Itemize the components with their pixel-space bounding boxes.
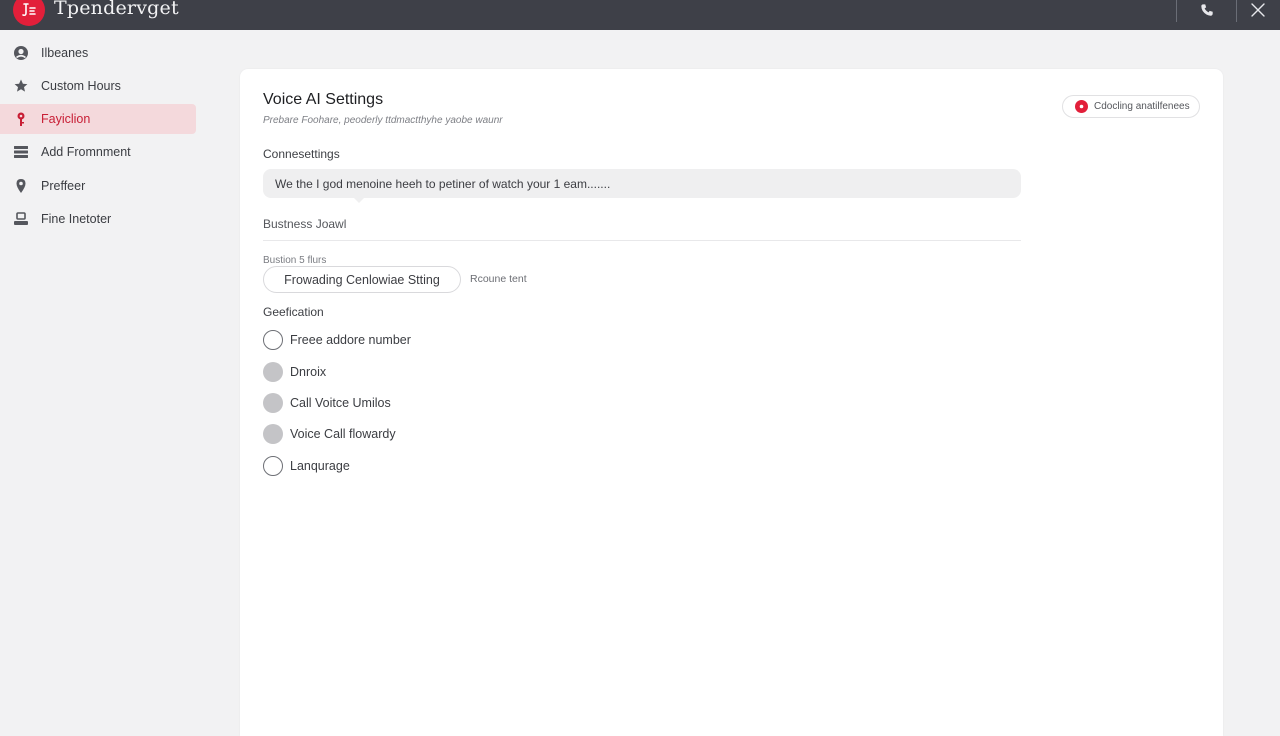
sidebar-item-label: Preffeer bbox=[41, 179, 86, 193]
sidebar-item-fayiclion[interactable]: Fayiclion bbox=[0, 104, 196, 134]
sidebar-item-label: Add Fromnment bbox=[41, 145, 131, 159]
close-icon bbox=[1251, 2, 1265, 22]
close-button[interactable] bbox=[1238, 0, 1278, 24]
radio-button[interactable] bbox=[263, 393, 283, 413]
radio-button[interactable] bbox=[263, 330, 283, 350]
forwarding-settings-button[interactable]: Frowading Cenlowiae Stting bbox=[263, 266, 461, 293]
list-icon bbox=[13, 144, 29, 160]
radio-button[interactable] bbox=[263, 362, 283, 382]
status-badge-label: Cdocling anatilfenees bbox=[1094, 101, 1190, 112]
greeting-message-input[interactable] bbox=[263, 169, 1021, 198]
phone-icon bbox=[1200, 3, 1214, 22]
connect-settings-label: Connesettings bbox=[263, 147, 340, 161]
option-label: Lanqurage bbox=[290, 459, 350, 473]
titlebar-divider bbox=[1176, 0, 1177, 22]
option-call-voice[interactable]: Call Voitce Umilos bbox=[263, 393, 391, 413]
status-badge[interactable]: Cdocling anatilfenees bbox=[1062, 95, 1200, 118]
options-label: Geefication bbox=[263, 305, 324, 319]
sidebar-item-add-fromnment[interactable]: Add Fromnment bbox=[0, 137, 196, 167]
location-pin-icon bbox=[13, 178, 29, 194]
app-title: Tpendervget bbox=[54, 0, 179, 19]
section-divider bbox=[263, 240, 1021, 241]
sidebar-item-custom-hours[interactable]: Custom Hours bbox=[0, 71, 196, 101]
page-title: Voice AI Settings bbox=[263, 91, 384, 108]
sidebar-item-fine-inetoter[interactable]: Fine Inetoter bbox=[0, 204, 196, 234]
reconnect-link[interactable]: Rcoune tent bbox=[470, 273, 527, 285]
settings-card: Voice AI Settings Prebare Foohare, peode… bbox=[240, 69, 1223, 736]
titlebar-divider bbox=[1236, 0, 1237, 22]
option-free-number[interactable]: Freee addore number bbox=[263, 330, 411, 350]
business-label: Bustness Joawl bbox=[263, 217, 347, 231]
option-label: Dnroix bbox=[290, 365, 327, 379]
option-label: Call Voitce Umilos bbox=[290, 396, 391, 410]
sidebar-item-preffeer[interactable]: Preffeer bbox=[0, 171, 196, 201]
option-language[interactable]: Lanqurage bbox=[263, 456, 350, 476]
users-icon bbox=[13, 211, 29, 227]
business-hours-label: Bustion 5 flurs bbox=[263, 255, 327, 266]
radio-button[interactable] bbox=[263, 456, 283, 476]
sidebar-item-label: Fayiclion bbox=[41, 112, 91, 126]
record-icon bbox=[1075, 100, 1088, 113]
radio-button[interactable] bbox=[263, 424, 283, 444]
field-pointer bbox=[353, 197, 365, 203]
sidebar-item-label: Fine Inetoter bbox=[41, 212, 112, 226]
page-subtitle: Prebare Foohare, peoderly ttdmactthyhe y… bbox=[263, 115, 503, 126]
option-dnroix[interactable]: Dnroix bbox=[263, 362, 326, 382]
sidebar-item-ilbeanes[interactable]: Ilbeanes bbox=[0, 38, 196, 68]
option-label: Voice Call flowardy bbox=[290, 427, 396, 441]
sidebar: Ilbeanes Custom Hours Fayiclion Add From… bbox=[0, 30, 200, 736]
sidebar-item-label: Custom Hours bbox=[41, 79, 121, 93]
user-circle-icon bbox=[13, 45, 29, 61]
option-voice-call-forwarding[interactable]: Voice Call flowardy bbox=[263, 424, 396, 444]
title-bar: Tpendervget bbox=[0, 0, 1280, 30]
key-icon bbox=[13, 111, 29, 127]
option-label: Freee addore number bbox=[290, 333, 411, 347]
star-icon bbox=[13, 78, 29, 94]
sidebar-item-label: Ilbeanes bbox=[41, 46, 89, 60]
app-logo-icon bbox=[13, 0, 45, 26]
phone-button[interactable] bbox=[1187, 0, 1227, 24]
